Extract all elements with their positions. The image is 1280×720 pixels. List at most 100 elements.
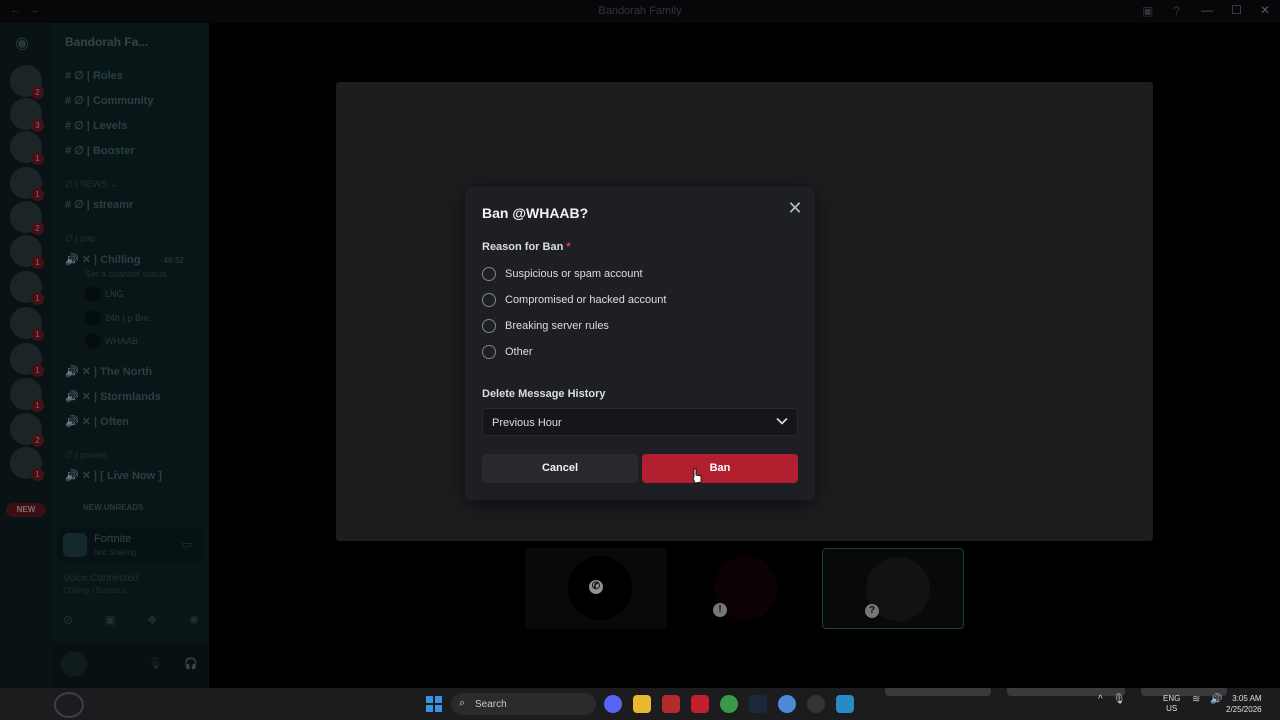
ban-button[interactable]: Ban [642, 454, 798, 483]
history-select[interactable]: Previous Hour [482, 408, 798, 436]
participant-tile[interactable]: ✆ [525, 548, 667, 629]
chrome-icon[interactable] [720, 695, 738, 713]
server-icon[interactable]: 1 [10, 307, 44, 341]
title-bar-icons[interactable]: ▣? [1142, 4, 1180, 18]
app-icon[interactable] [807, 695, 825, 713]
voice-user[interactable]: 24h | ρ Bnr. [85, 310, 151, 326]
minimize-button[interactable]: — [1201, 3, 1213, 17]
server-icon[interactable]: 1 [10, 235, 44, 269]
channel-community[interactable]: # ∅ | Community [65, 94, 153, 107]
channel-streamr[interactable]: # ∅ | streamr [65, 198, 133, 211]
chevron-up-icon[interactable]: ^ [1098, 694, 1103, 705]
server-name[interactable]: Bandorah Fa... [65, 35, 148, 49]
voice-channel-chilling[interactable]: 🔊 ✕ | Chilling 48:32 [65, 253, 184, 266]
voice-status[interactable]: Voice Connected [63, 573, 139, 584]
mention-badge: 1 [31, 256, 44, 269]
voice-channel-the-north[interactable]: 🔊 ✕ | The North [65, 365, 152, 378]
category-private[interactable]: ∅ | private [65, 450, 107, 461]
server-icon[interactable]: 1 [10, 343, 44, 377]
server-icon[interactable]: 2 [10, 413, 44, 447]
channel-status[interactable]: Set a channel status [85, 269, 167, 279]
channel-roles[interactable]: # ∅ | Roles [65, 69, 123, 82]
voice-user[interactable]: WHAAB [85, 333, 138, 349]
new-badge[interactable]: NEW [6, 503, 46, 517]
screen-share-icon[interactable]: ▭ [182, 538, 192, 551]
activity-panel[interactable]: Fortnite Not Sharing ▭ [58, 527, 204, 563]
server-icon[interactable]: 1 [10, 447, 44, 481]
windows-start-icon[interactable] [426, 696, 442, 712]
participant-tile[interactable]: ! [671, 548, 813, 629]
taskbar-search[interactable]: ⌕ Search [451, 693, 596, 715]
channel-label: Chilling [100, 254, 141, 266]
maximize-button[interactable]: ☐ [1231, 3, 1242, 17]
camera-off-icon[interactable]: ⊘ [63, 613, 73, 627]
radio-icon[interactable] [482, 319, 496, 333]
mention-badge: 1 [31, 188, 44, 201]
wifi-icon: ≋ [1192, 694, 1201, 705]
headphones-icon[interactable]: 🎧 [184, 657, 198, 670]
server-icon[interactable]: 3 [10, 98, 44, 132]
voice-channel-stormlands[interactable]: 🔊 ✕ | Stormlands [65, 390, 161, 403]
app-icon[interactable] [691, 695, 709, 713]
voice-user-name: 24h | ρ Bnr. [105, 313, 151, 323]
mention-badge: 1 [31, 292, 44, 305]
clock[interactable]: 3:05 AM 2/25/2026 [1226, 693, 1262, 715]
server-icon[interactable]: 2 [10, 65, 44, 99]
user-panel: 🎙 🎧 ⚙ [53, 643, 230, 688]
activities-icon[interactable]: ❖ [147, 613, 158, 627]
close-icon[interactable]: ✕ [785, 199, 805, 219]
voice-user[interactable]: LNG [85, 286, 124, 302]
discord-home-icon[interactable]: ◉ [15, 33, 29, 53]
soundboard-icon[interactable]: ✺ [189, 613, 199, 627]
channel-levels[interactable]: # ∅ | Levels [65, 119, 127, 132]
reason-option-other[interactable]: Other [482, 345, 533, 359]
widgets-icon[interactable] [54, 692, 84, 718]
category-news[interactable]: ∅ | NEWS ⌄ [65, 179, 117, 190]
hand-cursor-icon [692, 468, 702, 484]
reason-option-spam[interactable]: Suspicious or spam account [482, 267, 643, 281]
reason-option-rules[interactable]: Breaking server rules [482, 319, 609, 333]
radio-icon[interactable] [482, 345, 496, 359]
voice-channel-often[interactable]: 🔊 ✕ | Often [65, 415, 129, 428]
server-icon[interactable]: 2 [10, 201, 44, 235]
discord-app-icon[interactable] [604, 695, 622, 713]
inbox-icon[interactable]: ▣ [1142, 4, 1153, 18]
server-icon[interactable]: 1 [10, 131, 44, 165]
app-icon[interactable] [836, 695, 854, 713]
taskbar-preview [885, 688, 991, 696]
voice-channel-path[interactable]: Chilling / Bandora... [63, 586, 133, 595]
new-unreads-pill[interactable]: NEW UNREADS [83, 503, 143, 512]
radio-icon[interactable] [482, 293, 496, 307]
user-avatar[interactable] [61, 651, 87, 677]
help-icon[interactable]: ? [1173, 4, 1180, 18]
mention-badge: 1 [31, 364, 44, 377]
chrome-icon[interactable] [778, 695, 796, 713]
cancel-button[interactable]: Cancel [482, 454, 638, 483]
language-indicator[interactable]: ENG US [1163, 694, 1180, 714]
category-pap[interactable]: ∅ | pap [65, 233, 95, 244]
network-sound-tray[interactable]: ≋ 🔊 [1192, 694, 1223, 705]
channel-label: The North [100, 366, 153, 378]
file-explorer-icon[interactable] [633, 695, 651, 713]
radio-icon[interactable] [482, 267, 496, 281]
microphone-icon[interactable]: 🎙 [148, 657, 162, 670]
voice-channel-live-now[interactable]: 🔊 ✕ | [ Live Now ] [65, 469, 162, 482]
channel-label: [ Live Now ] [100, 470, 162, 482]
reason-option-label: Compromised or hacked account [505, 294, 667, 306]
category-label: private [80, 450, 108, 460]
reason-option-compromised[interactable]: Compromised or hacked account [482, 293, 666, 307]
steam-icon[interactable] [749, 695, 767, 713]
close-window-button[interactable]: ✕ [1260, 3, 1270, 17]
screen-share-button-icon[interactable]: ▣ [104, 613, 115, 627]
server-icon[interactable]: 1 [10, 378, 44, 412]
app-icon[interactable] [662, 695, 680, 713]
history-value: Previous Hour [492, 417, 562, 429]
server-icon[interactable]: 1 [10, 167, 44, 201]
channel-booster[interactable]: # ∅ | Booster [65, 144, 135, 157]
channel-sidebar: Bandorah Fa... # ∅ | Roles # ∅ | Communi… [53, 23, 230, 688]
channel-label: Community [92, 95, 154, 107]
system-tray: ^ 🎙 [1098, 694, 1125, 705]
server-icon[interactable]: 1 [10, 271, 44, 305]
microphone-tray-icon[interactable]: 🎙 [1113, 694, 1126, 705]
participant-tile[interactable]: ? [822, 548, 964, 629]
